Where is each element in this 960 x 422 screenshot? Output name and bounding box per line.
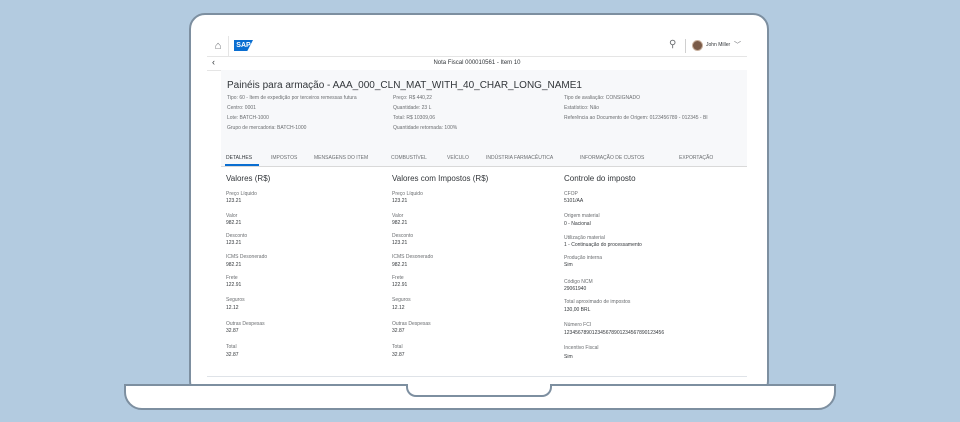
attribute-tipo: Tipo: 60 - Item de expedição por terceir… (227, 95, 357, 101)
field-value: 0 - Nacional (564, 221, 591, 227)
field-label: Valor (226, 213, 238, 219)
user-name[interactable]: John Miller (706, 42, 730, 48)
attribute-quantidade-retornada: Quantidade retornada: 100% (393, 125, 458, 131)
field-value: 32.87 (392, 352, 405, 358)
field-value: 122.91 (392, 282, 408, 288)
field-label: Preço Líquido (226, 191, 257, 197)
field-value: 982.21 (226, 262, 242, 268)
laptop-notch (406, 384, 552, 397)
field-value: 5101/AA (564, 198, 584, 204)
attribute-referencia: Referência ao Documento de Origem: 01234… (564, 115, 708, 121)
app-screen: ⌂ SAP ⚲ John Miller ﹀ ‹ Nota Fiscal 0000… (207, 36, 747, 377)
attribute-preco: Preço: R$ 440,22 (393, 95, 432, 101)
field-value: 130,00 BRL (564, 307, 591, 313)
tab-bar: DETALHES IMPOSTOS MENSAGENS DO ITEM COMB… (221, 149, 747, 167)
object-title: Painéis para armação - AAA_000_CLN_MAT_W… (227, 80, 582, 91)
field-value: Sim (564, 262, 573, 268)
tab-mensagens[interactable]: MENSAGENS DO ITEM (314, 155, 368, 161)
field-value: 123.21 (392, 240, 408, 246)
field-label: Produção interna (564, 255, 603, 261)
field-value: 123.21 (392, 198, 408, 204)
field-label: ICMS Desonerado (392, 254, 434, 260)
attribute-total: Total: R$ 10309,06 (393, 115, 435, 121)
search-icon[interactable]: ⚲ (669, 39, 676, 50)
section-title-valores: Valores (R$) (226, 174, 271, 183)
attribute-tipo-avaliacao: Tipo de avaliação: CONSIGNADO (564, 95, 640, 101)
field-label: ICMS Desonerado (226, 254, 268, 260)
page-title: Nota Fiscal 000010561 - Item 10 (433, 60, 521, 66)
field-value: 1 - Continuação do processamento (564, 242, 642, 248)
field-value: 32.87 (226, 352, 239, 358)
field-label: Código NCM (564, 279, 593, 285)
tab-impostos[interactable]: IMPOSTOS (271, 155, 297, 161)
shell-bar: ⌂ SAP ⚲ John Miller ﹀ (207, 36, 747, 57)
field-value: 123.21 (226, 198, 242, 204)
field-label: Desconto (392, 233, 414, 239)
field-label: Preço Líquido (392, 191, 423, 197)
field-value: Sim (564, 354, 573, 360)
avatar[interactable] (692, 40, 703, 51)
tab-informacao-custos[interactable]: INFORMAÇÃO DE CUSTOS (580, 155, 644, 161)
field-value: 32.87 (226, 328, 239, 334)
field-value: 12.12 (392, 305, 405, 311)
sub-header: ‹ Nota Fiscal 000010561 - Item 10 (207, 56, 747, 71)
field-label: Número FCI (564, 322, 592, 328)
field-label: Total aproximado de impostos (564, 299, 631, 305)
divider (228, 36, 229, 56)
section-title-controle: Controle do imposto (564, 174, 636, 183)
field-label: Seguros (392, 297, 411, 303)
field-label: Total (226, 344, 237, 350)
chevron-down-icon[interactable]: ﹀ (734, 40, 741, 50)
active-tab-indicator (225, 164, 259, 166)
home-icon[interactable]: ⌂ (211, 39, 225, 53)
tab-exportacao[interactable]: EXPORTAÇÃO (679, 155, 713, 161)
field-value: 29061940 (564, 286, 587, 292)
divider (685, 39, 686, 53)
field-value: 123456789012345678901234567890123456 (564, 330, 665, 336)
field-label: Incentivo Fiscal (564, 345, 599, 351)
field-label: Valor (392, 213, 404, 219)
field-label: Outras Despesas (226, 321, 265, 327)
field-label: Frete (226, 275, 238, 281)
attribute-quantidade: Quantidade: 23 L (393, 105, 432, 111)
field-value: 12.12 (226, 305, 239, 311)
field-label: Frete (392, 275, 404, 281)
field-value: 982.21 (392, 262, 408, 268)
field-label: Utilização material (564, 235, 605, 241)
attribute-estatistico: Estatístico: Não (564, 105, 600, 111)
field-value: 982.21 (392, 220, 408, 226)
tab-detalhes[interactable]: DETALHES (226, 155, 252, 161)
field-value: 123.21 (226, 240, 242, 246)
field-label: Outras Despesas (392, 321, 431, 327)
field-value: 982.21 (226, 220, 242, 226)
field-value: 32.87 (392, 328, 405, 334)
field-value: 122.91 (226, 282, 242, 288)
field-label: Desconto (226, 233, 248, 239)
attribute-lote: Lote: BATCH-1000 (227, 115, 269, 121)
field-label: Origem material (564, 213, 600, 219)
field-label: CFOP (564, 191, 578, 197)
tab-industria[interactable]: INDÚSTRIA FARMACÊUTICA (486, 155, 553, 161)
section-title-valores-impostos: Valores com Impostos (R$) (392, 174, 489, 183)
tab-veiculo[interactable]: VEÍCULO (447, 155, 469, 161)
sap-logo[interactable]: SAP (234, 40, 253, 51)
attribute-centro: Centro: 0001 (227, 105, 256, 111)
attribute-grupo: Grupo de mercadoria: BATCH-1000 (227, 125, 307, 131)
field-label: Seguros (226, 297, 245, 303)
field-label: Total (392, 344, 403, 350)
tab-combustivel[interactable]: COMBUSTÍVEL (391, 155, 427, 161)
